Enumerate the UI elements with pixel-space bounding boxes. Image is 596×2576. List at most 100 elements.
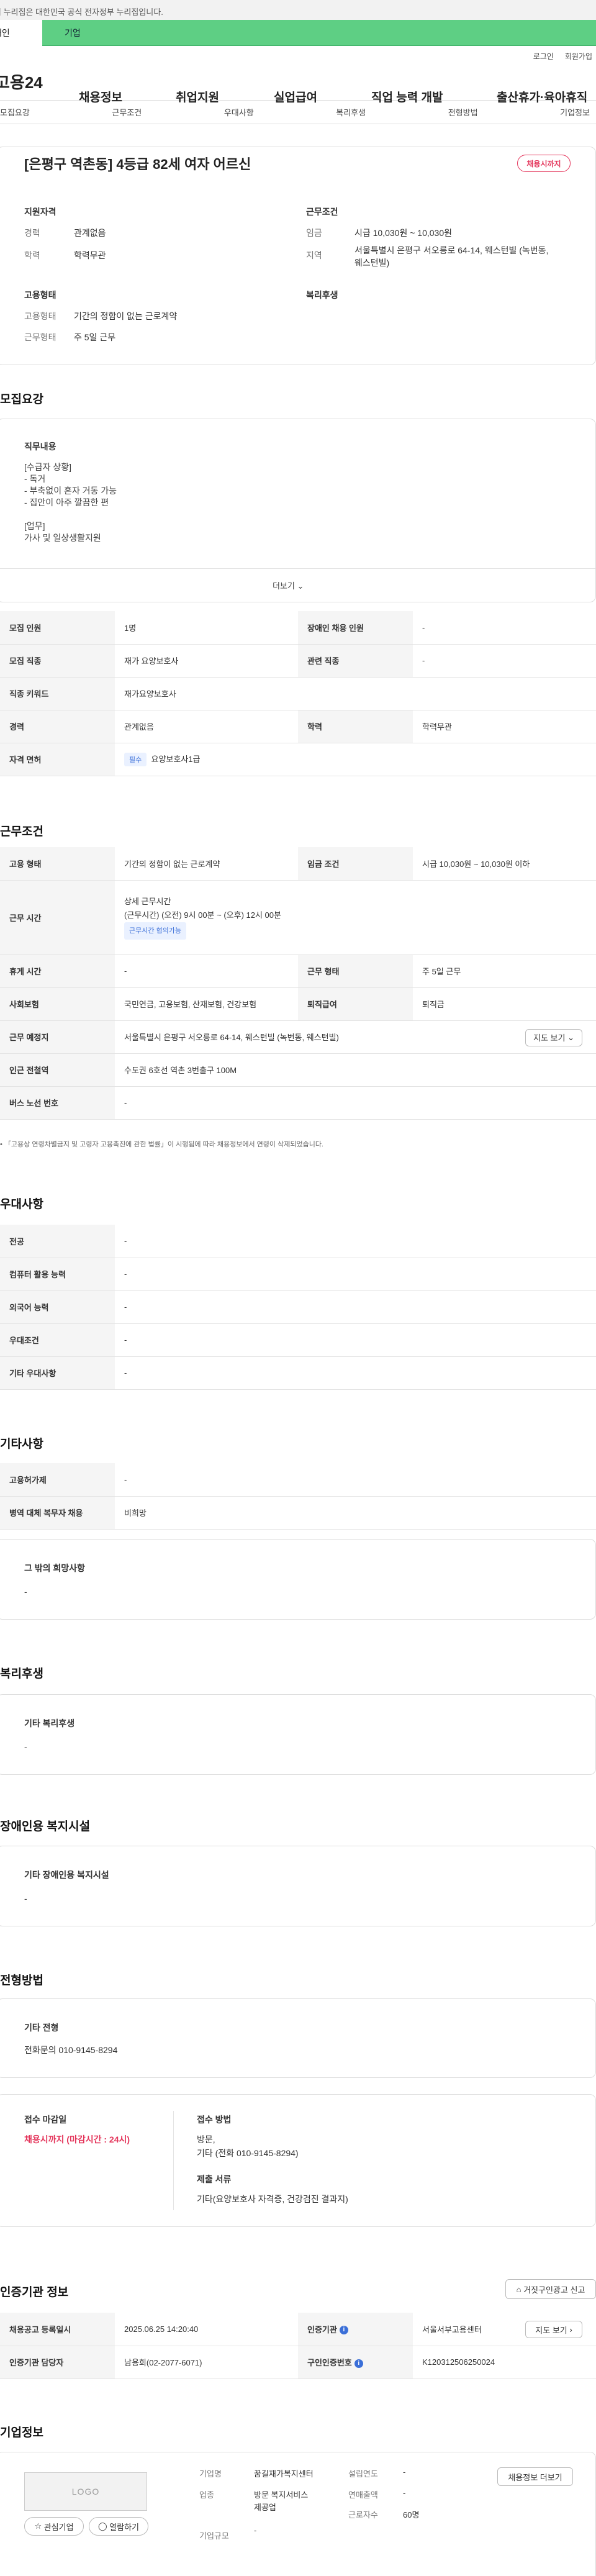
table-row: 인근 전철역 수도권 6호선 역촌 3번출구 100M	[0, 1053, 596, 1087]
table-cell: 퇴직금	[413, 987, 596, 1021]
nav-vocational-training[interactable]: 직업 능력 개발	[371, 88, 443, 105]
table-row: 자격 면허 필수 요양보호사1급	[0, 743, 596, 776]
benefit-value: -	[24, 1742, 27, 1752]
table-cell: 재가 요양보호사	[115, 644, 298, 678]
table-row: 고용허가제 -	[0, 1463, 596, 1497]
table-header: 경력	[0, 710, 115, 743]
subtab-selection[interactable]: 전형방법	[448, 106, 478, 118]
subtab-recruit[interactable]: 모집요강	[0, 106, 30, 118]
duty-line: [수급자 상황]	[24, 462, 72, 472]
emp-heading: 고용형태	[24, 290, 56, 300]
sales-value: -	[403, 2488, 406, 2498]
table-row: 전공 -	[0, 1225, 596, 1258]
table-header: 모집 직종	[0, 644, 115, 678]
table-row: 채용공고 등록일시 2025.06.25 14:20:40 인증기관 i 서울서부…	[0, 2313, 596, 2346]
more-jobs-button[interactable]: 채용정보 더보기	[497, 2467, 573, 2486]
work-hours-heading: 상세 근무시간	[124, 897, 171, 906]
chevron-down-icon: ⌄	[567, 1032, 574, 1042]
subtab-company[interactable]: 기업정보	[560, 106, 590, 118]
work-table: 고용 형태 기간의 정함이 없는 근로계약 임금 조건 시급 10,030원 ~…	[0, 847, 596, 1120]
table-header: 근무 시간	[0, 880, 115, 955]
established-value: -	[403, 2467, 406, 2477]
table-cell: 시급 10,030원 ~ 10,030원 이하	[413, 847, 596, 881]
subtab-work[interactable]: 근무조건	[112, 106, 142, 118]
table-row: 직종 키워드 재가요양보호사	[0, 677, 596, 710]
docs-heading: 제출 서류	[197, 2174, 232, 2184]
required-tag: 필수	[124, 752, 147, 766]
favorite-label: 관심기업	[43, 2522, 74, 2532]
duty-line: 가사 및 일상생활지원	[24, 533, 101, 543]
other-wish-card: 그 밖의 희망사항 -	[0, 1539, 596, 1620]
wage-label: 임금	[306, 228, 322, 238]
table-cell: 재가요양보호사	[115, 677, 596, 710]
docs-value: 기타(요양보호사 자격증, 건강검진 결과지)	[197, 2194, 348, 2204]
table-header: 컴퓨터 활용 능력	[0, 1258, 115, 1291]
duty-card: 직무내용 [수급자 상황] - 독거 - 부축없이 혼자 거동 가능 - 집안이…	[0, 419, 596, 602]
table-row: 모집 인원 1명 장애인 채용 인원 -	[0, 611, 596, 645]
info-icon[interactable]: i	[339, 2326, 348, 2335]
table-cell: -	[115, 1086, 596, 1120]
logo[interactable]: 고용24	[0, 70, 70, 93]
subtab-benefit[interactable]: 복리후생	[336, 106, 366, 118]
method-heading: 접수 방법	[197, 2115, 232, 2125]
report-button[interactable]: ⌂ 거짓구인광고 신고	[505, 2279, 596, 2299]
table-header: 직종 키워드	[0, 677, 115, 710]
table-header: 근무 예정지	[0, 1020, 115, 1054]
circle-icon: ◯	[97, 2521, 107, 2531]
industry-label: 업종	[199, 2490, 214, 2500]
application-card: 접수 마감일 채용시까지 (마감시간 : 24시) 접수 방법 방문, 기타 (…	[0, 2094, 596, 2227]
favorite-company-button[interactable]: ☆ 관심기업	[24, 2517, 84, 2536]
industry-value-2: 제공업	[254, 2503, 276, 2512]
table-cell: 국민연금, 고용보험, 산재보험, 건강보험	[115, 987, 298, 1021]
signup-link[interactable]: 회원가입	[565, 51, 592, 63]
table-header: 임금 조건	[298, 847, 413, 881]
table-cell: -	[115, 1225, 596, 1258]
edu-value: 학력무관	[74, 250, 106, 260]
table-header: 전공	[0, 1225, 115, 1258]
tab-personal[interactable]: 개인	[0, 20, 42, 46]
nav-unemployment-benefit[interactable]: 실업급여	[274, 88, 317, 105]
table-cell: 서울특별시 은평구 서오릉로 64-14, 웨스턴빌 (녹번동, 웨스턴빌) 지…	[115, 1020, 596, 1054]
star-icon: ☆	[34, 2521, 42, 2531]
career-value: 관계없음	[74, 228, 106, 238]
work-title: 근무조건	[0, 825, 43, 838]
nav-jobs[interactable]: 채용정보	[79, 88, 122, 105]
login-link[interactable]: 로그인	[533, 51, 554, 63]
info-icon[interactable]: i	[354, 2359, 363, 2368]
cert-map-button[interactable]: 지도 보기 ›	[525, 2321, 582, 2338]
table-header: 휴게 시간	[0, 955, 115, 988]
main-nav: 고용24 채용정보 취업지원 실업급여 직업 능력 개발 출산휴가·육아휴직	[0, 63, 596, 104]
sales-label: 연매출액	[348, 2490, 378, 2500]
more-button[interactable]: 더보기 ⌄	[273, 579, 304, 591]
etc-title: 기타사항	[0, 1438, 43, 1451]
table-header: 인증기관 담당자	[0, 2346, 115, 2379]
map-button[interactable]: 지도 보기 ⌄	[525, 1028, 582, 1046]
selection-value: 전화문의 010-9145-8294	[24, 2045, 118, 2055]
nav-parental-leave[interactable]: 출산휴가·육아휴직	[497, 88, 587, 105]
view-company-button[interactable]: ◯ 열람하기	[89, 2517, 148, 2536]
table-cell: K120312506250024	[413, 2346, 596, 2379]
work-form-value: 주 5일 근무	[74, 332, 116, 342]
nav-employment-support[interactable]: 취업지원	[176, 88, 219, 105]
summary-card: [은평구 역촌동] 4등급 82세 여자 어르신 채용시까지 지원자격 경력 관…	[0, 147, 596, 365]
age-note: • 「고용상 연령차별금지 및 고령자 고용촉진에 관한 법률」이 시행됨에 따…	[0, 1141, 323, 1148]
pref-table: 전공 - 컴퓨터 활용 능력 - 외국어 능력 - 우대조건 - 기타 우대사항 -	[0, 1225, 596, 1390]
table-row: 근무 시간 상세 근무시간 (근무시간) (오전) 9시 00분 ~ (오후) …	[0, 880, 596, 955]
table-row: 고용 형태 기간의 정함이 없는 근로계약 임금 조건 시급 10,030원 ~…	[0, 847, 596, 881]
subtab-pref[interactable]: 우대사항	[224, 106, 254, 118]
cert-title: 인증기관 정보	[0, 2286, 69, 2299]
other-wish-heading: 그 밖의 희망사항	[24, 1563, 85, 1573]
chevron-down-icon: ⌄	[297, 581, 304, 591]
table-header: 관련 직종	[298, 644, 413, 678]
table-header: 모집 인원	[0, 611, 115, 645]
company-name-value: 꿈길재가복지센터	[254, 2469, 314, 2478]
status-badge: 채용시까지	[517, 155, 571, 172]
tab-business[interactable]: 기업	[42, 20, 596, 46]
table-row: 근무 예정지 서울특별시 은평구 서오릉로 64-14, 웨스턴빌 (녹번동, …	[0, 1020, 596, 1054]
disability-heading: 기타 장애인용 복지시설	[24, 1870, 109, 1880]
table-row: 경력 관계없음 학력 학력무관	[0, 710, 596, 743]
benefit-heading: 기타 복리후생	[24, 1718, 75, 1728]
gov-banner-text: 이 누리집은 대한민국 공식 전자정부 누리집입니다.	[0, 7, 163, 17]
work-hours-value: (근무시간) (오전) 9시 00분 ~ (오후) 12시 00분	[124, 910, 281, 920]
recruit-table: 모집 인원 1명 장애인 채용 인원 - 모집 직종 재가 요양보호사 관련 직…	[0, 611, 596, 776]
